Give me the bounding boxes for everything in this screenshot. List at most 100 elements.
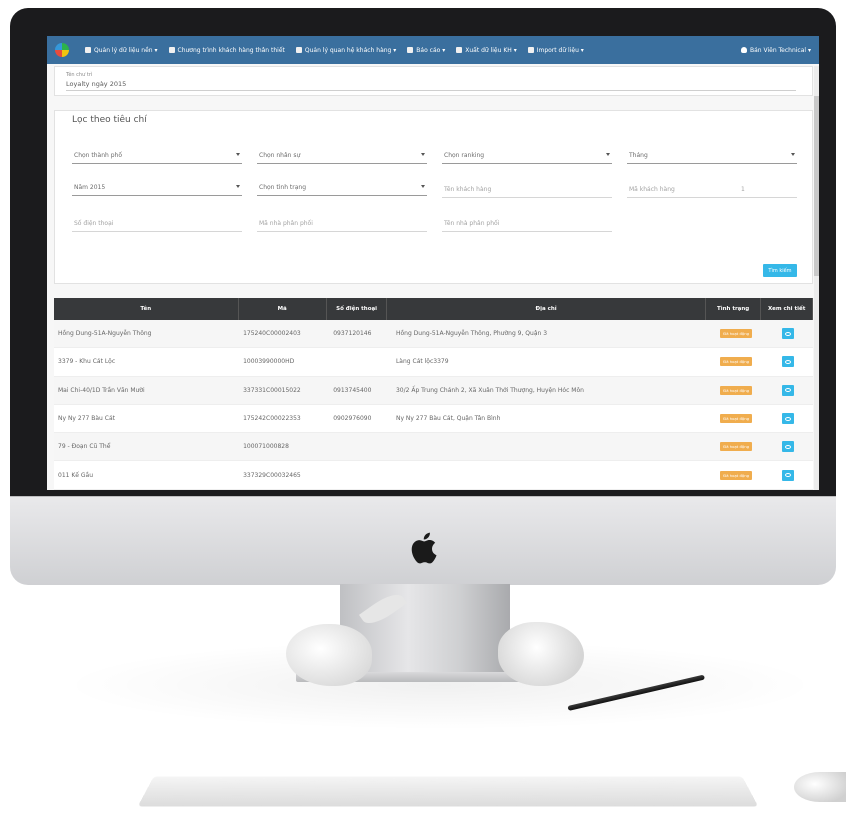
phone-input[interactable]: Số điện thoại: [72, 219, 242, 232]
status-badge: Đã hoạt động: [720, 329, 753, 339]
cell-code: 175242C00022353: [243, 415, 301, 423]
imac-monitor: Quản lý dữ liệu nền ▾ Chương trình khách…: [10, 8, 836, 585]
cell-address: Hồng Dung-51A-Nguyễn Thông, Phường 9, Qu…: [395, 330, 548, 338]
city-select[interactable]: Chọn thành phố: [72, 151, 242, 164]
user-menu[interactable]: Bán Viên Technical ▾: [740, 47, 811, 54]
cell-code: 100071000828: [243, 443, 289, 451]
cell-phone: 0913745400: [333, 386, 372, 394]
caret-down-icon: [421, 185, 425, 188]
status-select[interactable]: Chọn tình trạng: [257, 183, 427, 196]
apple-logo-icon: [411, 532, 437, 564]
column-header-address[interactable]: Địa chỉ: [387, 298, 706, 320]
keyboard: [137, 776, 759, 807]
cell-view: [763, 320, 813, 347]
cell-address: Làng Cát lộc3379: [395, 358, 449, 366]
table-row[interactable]: 79 - Đoạn Cũ Thể 100071000828 Đã hoạt động: [54, 433, 813, 462]
ranking-select[interactable]: Chọn ranking: [442, 151, 612, 164]
top-navbar: Quản lý dữ liệu nền ▾ Chương trình khách…: [47, 36, 819, 64]
table-row[interactable]: Ny Ny 277 Bàu Cát 175242C00022353 09029760…: [54, 404, 813, 434]
search-button[interactable]: Tìm kiếm: [763, 264, 797, 277]
cell-code: 337331C00015022: [243, 386, 301, 394]
cell-address: [392, 433, 709, 460]
eye-icon[interactable]: [782, 441, 795, 453]
user-icon: [740, 47, 747, 53]
export-icon: [456, 47, 463, 53]
eye-icon[interactable]: [782, 469, 795, 481]
caret-down-icon: [606, 153, 610, 156]
list-icon: [85, 47, 91, 53]
status-badge: Đã hoạt động: [720, 357, 753, 367]
cell-phone: [329, 461, 392, 488]
cell-address: [392, 461, 709, 488]
cell-view: [763, 433, 813, 460]
year-select[interactable]: Năm 2015: [72, 183, 242, 196]
caret-down-icon: [236, 153, 240, 156]
customer-code-input[interactable]: Mã khách hàng 1: [627, 185, 797, 198]
cell-address: Ny Ny 277 Bàu Cát, Quận Tân Bình: [395, 415, 501, 423]
cell-code: 337329C00032465: [243, 471, 301, 479]
distributor-name-input[interactable]: Tên nhà phân phối: [442, 219, 612, 232]
cell-name: 011 Kế Gầu: [58, 471, 94, 479]
eye-icon[interactable]: [782, 328, 795, 340]
caret-down-icon: [791, 153, 795, 156]
column-header-code[interactable]: Mã: [239, 298, 327, 320]
caret-down-icon: [421, 153, 425, 156]
scrollbar-thumb[interactable]: [814, 96, 819, 276]
nav-loyalty-program[interactable]: Chương trình khách hàng thân thiết: [168, 47, 285, 54]
filter-title: Lọc theo tiêu chí: [72, 115, 147, 125]
cell-phone: 0902976090: [333, 415, 372, 423]
column-header-name[interactable]: Tên: [54, 298, 239, 320]
cell-status: Đã hoạt động: [709, 405, 763, 432]
cell-name: Ny Ny 277 Bàu Cát: [58, 415, 115, 423]
cell-name: 79 - Đoạn Cũ Thể: [58, 443, 111, 451]
cell-code: 175240C00002403: [243, 330, 301, 338]
app-screen: Quản lý dữ liệu nền ▾ Chương trình khách…: [47, 36, 819, 490]
nav-import-data[interactable]: Import dữ liệu ▾: [527, 47, 584, 54]
table-row[interactable]: Mai Chi-40/1D Trần Văn Mười 337331C000150…: [54, 376, 813, 405]
nav-reports[interactable]: Báo cáo ▾: [407, 47, 445, 54]
eye-icon[interactable]: [782, 384, 795, 396]
eye-icon[interactable]: [782, 413, 795, 425]
cell-status: Đã hoạt động: [709, 320, 763, 347]
crumpled-paper: [498, 622, 584, 686]
table-row[interactable]: Hồng Dung-51A-Nguyễn Thông 175240C0000240…: [54, 320, 813, 349]
table-body: Hồng Dung-51A-Nguyễn Thông 175240C0000240…: [54, 320, 813, 490]
month-select[interactable]: Tháng: [627, 151, 797, 164]
program-label: Tên chư trì: [66, 72, 93, 78]
nav-master-data[interactable]: Quản lý dữ liệu nền ▾: [85, 47, 158, 54]
cell-status: Đã hoạt động: [709, 348, 763, 375]
cell-view: [763, 348, 813, 375]
cell-phone: 0937120146: [333, 330, 372, 338]
status-badge: Đã hoạt động: [720, 414, 753, 424]
eye-icon[interactable]: [782, 356, 795, 368]
column-header-status[interactable]: Tình trạng: [706, 298, 762, 320]
caret-down-icon: [236, 185, 240, 188]
table-header: Tên Mã Số điện thoại Địa chỉ Tình trạng …: [54, 298, 813, 320]
table-row[interactable]: 011 Kế Gầu 337329C00032465 Đã hoạt động: [54, 461, 813, 490]
cell-phone: [329, 348, 392, 375]
import-icon: [527, 47, 534, 53]
nav-export-data[interactable]: Xuất dữ liệu KH ▾: [456, 47, 517, 54]
column-header-phone[interactable]: Số điện thoại: [327, 298, 388, 320]
cell-status: Đã hoạt động: [709, 377, 763, 404]
nav-customer-relations[interactable]: Quản lý quan hệ khách hàng ▾: [295, 47, 396, 54]
cell-code: 10003990000HD: [243, 358, 295, 366]
column-header-view[interactable]: Xem chi tiết: [761, 298, 813, 320]
app-logo-icon[interactable]: [55, 43, 69, 57]
calendar-icon: [168, 47, 175, 53]
mouse: [794, 772, 846, 802]
cell-status: Đã hoạt động: [709, 461, 763, 488]
chart-icon: [407, 47, 414, 53]
cell-name: 3379 - Khu Cát Lộc: [58, 358, 116, 366]
table-row[interactable]: 3379 - Khu Cát Lộc 10003990000HD Làng Cát …: [54, 348, 813, 377]
program-panel: Tên chư trì Loyalty ngày 2015: [54, 66, 813, 96]
customer-name-input[interactable]: Tên khách hàng: [442, 185, 612, 198]
cell-phone: [329, 433, 392, 460]
page-scrollbar[interactable]: [814, 66, 819, 490]
program-select[interactable]: Loyalty ngày 2015: [66, 80, 796, 91]
staff-select[interactable]: Chọn nhân sự: [257, 151, 427, 164]
cell-status: Đã hoạt động: [709, 433, 763, 460]
cell-name: Mai Chi-40/1D Trần Văn Mười: [58, 386, 145, 394]
cell-view: [763, 377, 813, 404]
distributor-code-input[interactable]: Mã nhà phân phối: [257, 219, 427, 232]
